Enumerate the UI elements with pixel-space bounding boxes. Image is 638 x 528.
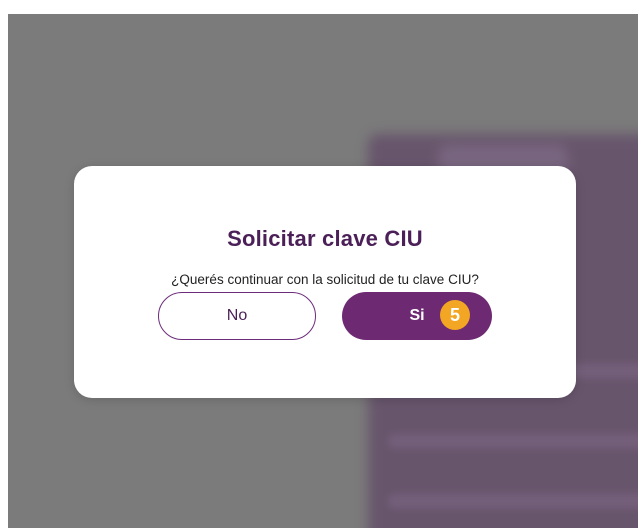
no-button-label: No (226, 307, 248, 324)
no-button[interactable]: No (158, 292, 316, 340)
dialog-message: ¿Querés continuar con la solicitud de tu… (171, 272, 479, 287)
yes-button-label: Si (409, 307, 425, 324)
dialog-title: Solicitar clave CIU (227, 226, 423, 251)
step-number-badge: 5 (440, 300, 470, 330)
confirm-dialog: Solicitar clave CIU ¿Querés continuar co… (74, 166, 576, 398)
